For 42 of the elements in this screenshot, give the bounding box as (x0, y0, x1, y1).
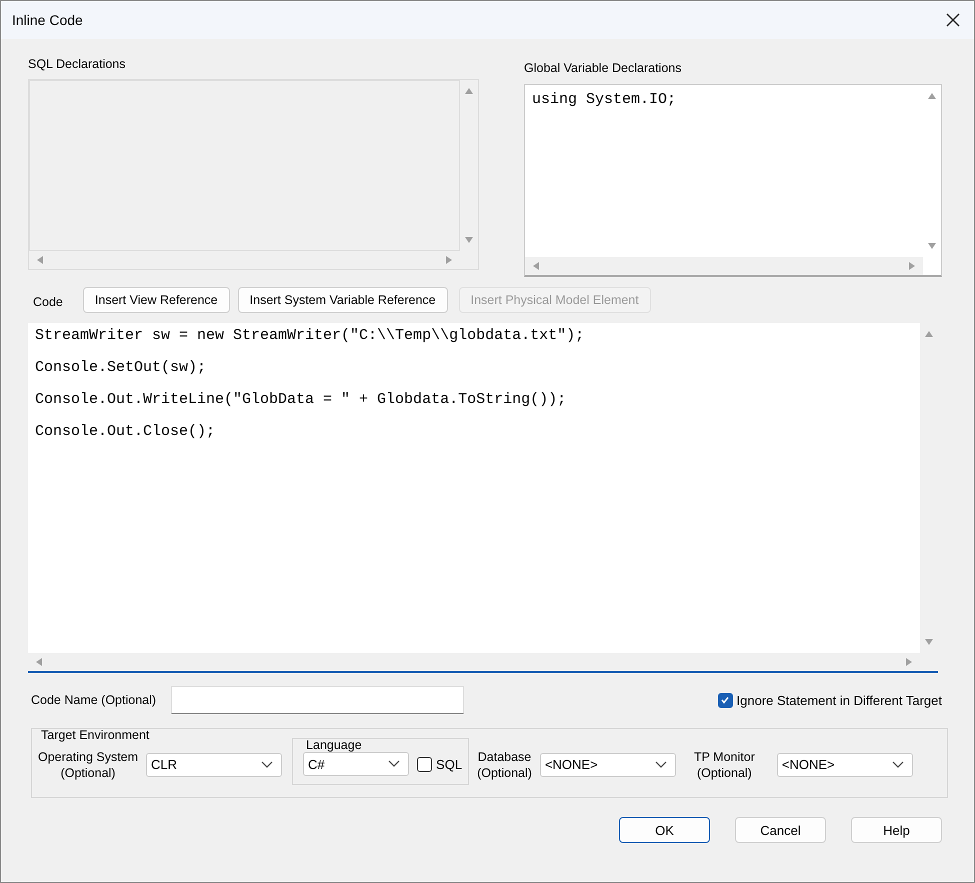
scroll-up-icon[interactable] (464, 86, 474, 96)
scroll-right-icon[interactable] (904, 657, 914, 667)
chevron-down-icon (892, 760, 904, 768)
scroll-down-icon[interactable] (464, 235, 474, 245)
group-title: Language (306, 738, 363, 752)
dropdown[interactable]: CLR (146, 752, 282, 776)
window-title: Inline Code (12, 12, 83, 28)
scroll-up-icon[interactable] (927, 91, 937, 101)
scroll-left-icon[interactable] (531, 261, 541, 271)
scroll-left-icon[interactable] (35, 255, 45, 265)
scroll-up-icon[interactable] (924, 329, 934, 339)
scroll-right-icon[interactable] (444, 255, 454, 265)
field-label: Database (Optional) (477, 748, 532, 780)
checkbox[interactable] (718, 692, 733, 708)
dropdown[interactable]: <NONE> (776, 752, 913, 776)
field-label: Code Name (Optional) (31, 693, 156, 707)
checkbox-label: SQL (436, 756, 462, 772)
code-editor[interactable]: StreamWriter sw = new StreamWriter("C:\\Temp\\globdata.txt"); Console.SetOut(sw); Console.Out.WriteLine("GlobData = " + Globdata.ToString()); Console.Out.Close(); (28, 323, 920, 653)
insert-button[interactable]: Insert View Reference (82, 287, 230, 313)
checkmark-icon (720, 695, 730, 705)
chevron-down-icon (261, 760, 274, 768)
field-label: Operating System (Optional) (38, 748, 138, 780)
section-label: Code (33, 294, 63, 308)
section-label: Global Variable Declarations (524, 61, 682, 75)
scroll-left-icon[interactable] (34, 657, 44, 667)
group-title: Target Environment (41, 728, 150, 742)
chevron-down-icon (388, 760, 400, 768)
checkbox-label: Ignore Statement in Different Target (736, 692, 942, 708)
dialog-button[interactable]: Help (851, 817, 942, 843)
scroll-down-icon[interactable] (924, 637, 934, 647)
insert-button[interactable]: Insert System Variable Reference (238, 287, 448, 313)
dialog-button[interactable]: Cancel (735, 817, 826, 843)
input-field[interactable] (171, 686, 464, 714)
chevron-down-icon (654, 760, 667, 768)
dropdown[interactable]: <NONE> (540, 752, 676, 776)
section-label: SQL Declarations (28, 57, 126, 71)
dialog-button[interactable]: OK (619, 817, 710, 843)
dropdown[interactable]: C# (303, 752, 410, 776)
checkbox[interactable] (417, 756, 432, 772)
scroll-down-icon[interactable] (927, 241, 937, 251)
field-label: TP Monitor (Optional) (694, 748, 755, 780)
scroll-right-icon[interactable] (907, 261, 917, 271)
